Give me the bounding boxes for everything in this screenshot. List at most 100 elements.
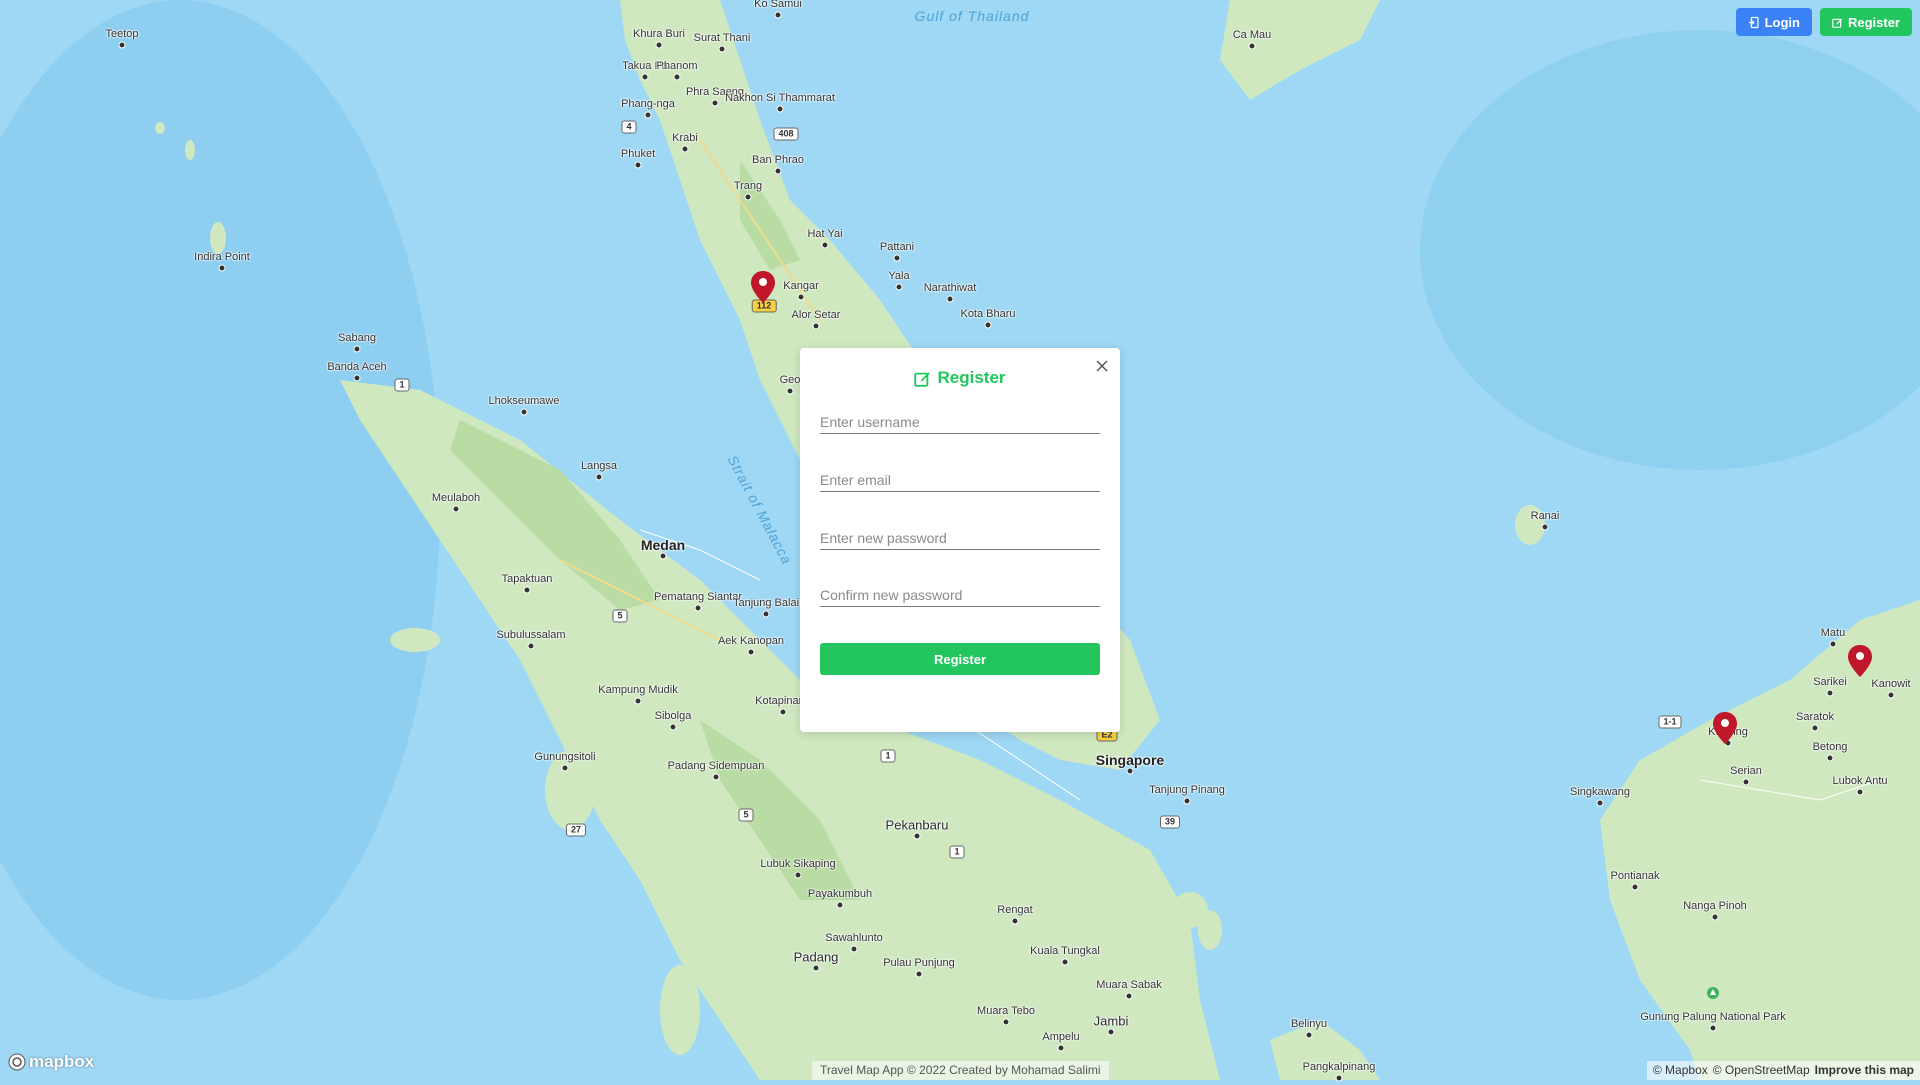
place-label: Sarikei bbox=[1813, 676, 1847, 688]
place-dot bbox=[1057, 1044, 1065, 1052]
place-dot bbox=[821, 241, 829, 249]
place-dot bbox=[915, 970, 923, 978]
map-pin-icon[interactable] bbox=[1847, 644, 1873, 678]
place-dot bbox=[794, 871, 802, 879]
place-label: Teetop bbox=[105, 28, 139, 40]
place-label: Langsa bbox=[580, 460, 618, 472]
place-label: Muara Sabak bbox=[1096, 979, 1162, 991]
mapbox-logo-text: mapbox bbox=[29, 1052, 95, 1071]
road-shield: 1-1 bbox=[1658, 715, 1682, 729]
attribution-osm-link[interactable]: © OpenStreetMap bbox=[1713, 1063, 1810, 1078]
place-dot bbox=[1541, 523, 1549, 531]
road-shield: 1 bbox=[394, 378, 410, 392]
place-dot bbox=[641, 73, 649, 81]
place-label: Gunung Palung National Park bbox=[1640, 1011, 1786, 1023]
place-dot bbox=[1826, 689, 1834, 697]
place-dot bbox=[1709, 1024, 1717, 1032]
place-label: Khura Buri bbox=[633, 28, 685, 40]
place-dot bbox=[1811, 724, 1819, 732]
login-icon bbox=[1748, 16, 1759, 28]
place-dot bbox=[1631, 883, 1639, 891]
place-dot bbox=[527, 642, 535, 650]
place-label: Jambi bbox=[1093, 1013, 1129, 1029]
place-dot bbox=[836, 901, 844, 909]
place-dot bbox=[812, 964, 820, 972]
place-dot bbox=[669, 723, 677, 731]
place-dot bbox=[786, 387, 794, 395]
road-shield: 408 bbox=[773, 127, 799, 141]
place-dot bbox=[711, 99, 719, 107]
place-label: Pangkalpinang bbox=[1302, 1061, 1376, 1073]
place-dot bbox=[1002, 1018, 1010, 1026]
place-dot bbox=[1829, 640, 1837, 648]
username-input[interactable] bbox=[820, 412, 1100, 434]
place-dot bbox=[762, 610, 770, 618]
map-attribution: © Mapbox © OpenStreetMap Improve this ma… bbox=[1646, 1061, 1920, 1080]
place-dot bbox=[774, 11, 782, 19]
place-label: Saratok bbox=[1796, 711, 1834, 723]
place-dot bbox=[561, 764, 569, 772]
road-shield: 4 bbox=[621, 120, 637, 134]
place-label: Singkawang bbox=[1570, 786, 1630, 798]
place-dot bbox=[595, 473, 603, 481]
place-dot bbox=[1305, 1031, 1313, 1039]
attribution-mapbox-link[interactable]: © Mapbox bbox=[1653, 1063, 1708, 1078]
password-input[interactable] bbox=[820, 528, 1100, 550]
modal-title-text: Register bbox=[937, 368, 1006, 387]
road-shield: 27 bbox=[565, 823, 587, 837]
place-label: Lubuk Sikaping bbox=[760, 858, 836, 870]
place-label: Ranai bbox=[1530, 510, 1560, 522]
place-label: Medan bbox=[640, 537, 686, 553]
place-label: Alor Setar bbox=[791, 309, 841, 321]
mapbox-logo[interactable]: mapbox bbox=[8, 1052, 94, 1072]
place-dot bbox=[797, 293, 805, 301]
place-label: Kangar bbox=[783, 280, 819, 292]
place-dot bbox=[812, 322, 820, 330]
register-nav-button[interactable]: Register bbox=[1820, 8, 1912, 36]
place-dot bbox=[118, 41, 126, 49]
place-label: Kuala Tungkal bbox=[1030, 945, 1100, 957]
place-label: Matu bbox=[1820, 627, 1846, 639]
place-label: Aek Kanopan bbox=[717, 635, 785, 647]
place-dot bbox=[523, 586, 531, 594]
place-dot bbox=[1335, 1074, 1343, 1082]
place-label: Tapaktuan bbox=[501, 573, 553, 585]
place-label: Padang bbox=[793, 949, 839, 965]
login-label: Login bbox=[1764, 14, 1800, 30]
improve-map-link[interactable]: Improve this map bbox=[1815, 1063, 1914, 1078]
register-submit-button[interactable]: Register bbox=[820, 643, 1100, 675]
place-dot bbox=[893, 254, 901, 262]
place-dot bbox=[1596, 799, 1604, 807]
place-label: Phanom bbox=[656, 60, 698, 72]
place-dot bbox=[644, 111, 652, 119]
place-label: Ko Samui bbox=[754, 0, 802, 10]
place-label: Sawahlunto bbox=[825, 932, 883, 944]
map-pin-icon[interactable] bbox=[750, 270, 776, 304]
map-pin-icon[interactable] bbox=[1712, 711, 1738, 745]
place-label: Pekanbaru bbox=[885, 817, 949, 833]
login-button[interactable]: Login bbox=[1736, 8, 1812, 36]
place-dot bbox=[1742, 778, 1750, 786]
place-dot bbox=[655, 41, 663, 49]
register-modal: Register Register bbox=[800, 348, 1120, 732]
place-label: Pontianak bbox=[1610, 870, 1660, 882]
place-dot bbox=[946, 295, 954, 303]
place-label: Phang-nga bbox=[621, 98, 675, 110]
confirm-password-input[interactable] bbox=[820, 585, 1100, 607]
road-shield: 1 bbox=[949, 845, 965, 859]
place-dot bbox=[659, 552, 667, 560]
place-dot bbox=[1011, 917, 1019, 925]
place-label: Sibolga bbox=[654, 710, 692, 722]
place-label: Meulaboh bbox=[431, 492, 481, 504]
place-dot bbox=[520, 408, 528, 416]
road-shield: 1 bbox=[880, 749, 896, 763]
place-label: Payakumbuh bbox=[807, 888, 873, 900]
email-input[interactable] bbox=[820, 470, 1100, 492]
place-dot bbox=[850, 945, 858, 953]
place-label: Pattani bbox=[879, 241, 915, 253]
place-dot bbox=[776, 105, 784, 113]
place-label: Gunungsitoli bbox=[534, 751, 596, 763]
place-label: Pulau Punjung bbox=[883, 957, 955, 969]
place-label: Surat Thani bbox=[693, 32, 751, 44]
place-label: Lhokseumawe bbox=[488, 395, 560, 407]
